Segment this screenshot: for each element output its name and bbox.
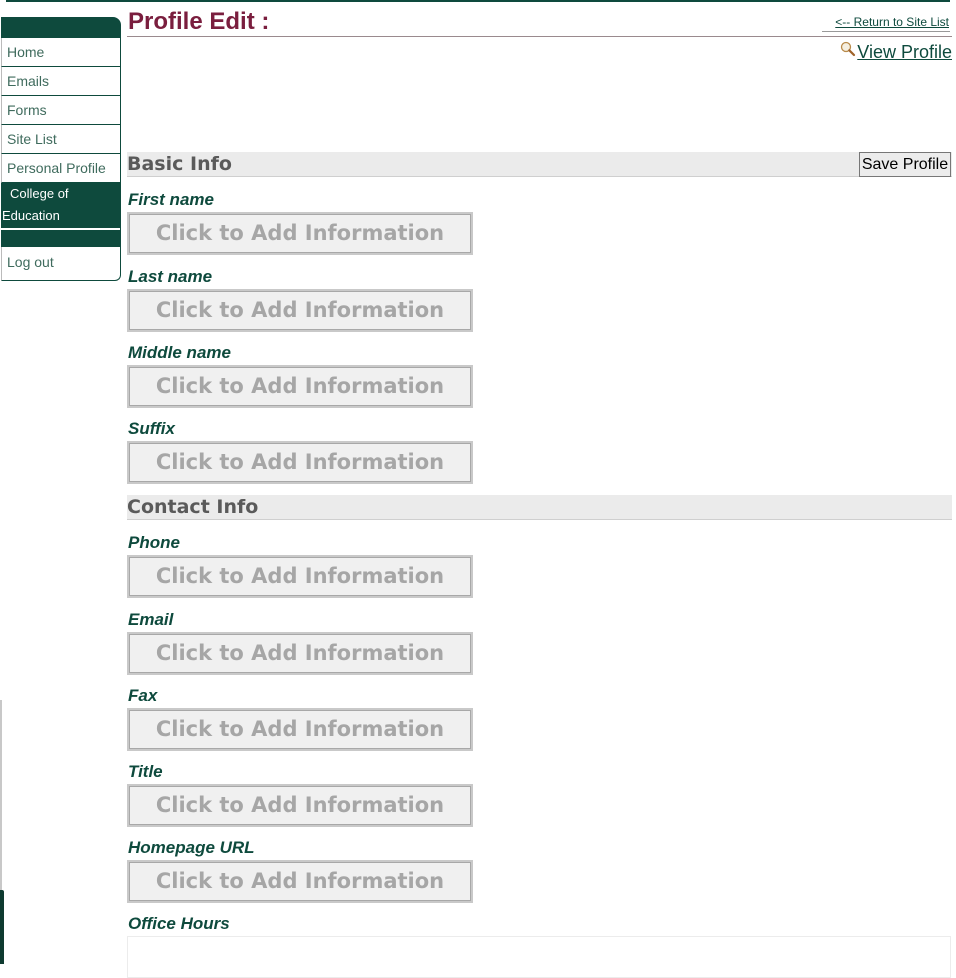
suffix-label: Suffix (128, 419, 175, 438)
save-profile-button[interactable]: Save Profile (859, 152, 951, 177)
sidebar-item-logout[interactable]: Log out (1, 247, 121, 281)
contact-info-header: Contact Info (127, 495, 952, 520)
homepage-url-field[interactable]: Click to Add Information (127, 860, 473, 903)
college-line1: College of (10, 186, 69, 201)
phone-field[interactable]: Click to Add Information (127, 555, 473, 598)
email-label: Email (128, 610, 174, 629)
sidebar-subheader (1, 230, 121, 247)
sidebar-item-site-list[interactable]: Site List (1, 125, 121, 154)
magnifier-icon (841, 41, 856, 57)
middle-name-label: Middle name (128, 343, 231, 362)
view-profile-label: View Profile (857, 42, 952, 62)
email-field[interactable]: Click to Add Information (127, 632, 473, 675)
sidebar-header (1, 17, 121, 38)
office-hours-label: Office Hours (128, 914, 230, 933)
left-edge-border (0, 700, 2, 890)
homepage-url-label: Homepage URL (128, 838, 255, 857)
title-label: Title (128, 762, 163, 781)
last-name-label: Last name (128, 267, 213, 286)
last-name-field[interactable]: Click to Add Information (127, 289, 473, 332)
college-line2: Education (2, 208, 60, 223)
page-title: Profile Edit : (128, 8, 270, 35)
phone-label: Phone (128, 533, 180, 552)
fax-label: Fax (128, 686, 158, 705)
sidebar-nav: Home Emails Forms Site List Personal Pro… (1, 17, 121, 281)
return-link-underline (822, 31, 950, 32)
sidebar-item-college[interactable]: College of Education (1, 183, 121, 228)
return-to-site-list-link[interactable]: <-- Return to Site List (835, 15, 949, 29)
middle-name-field[interactable]: Click to Add Information (127, 365, 473, 408)
sidebar-item-forms[interactable]: Forms (1, 96, 121, 125)
first-name-label: First name (128, 190, 214, 209)
sidebar-item-personal-profile[interactable]: Personal Profile (1, 154, 121, 183)
sidebar-item-home[interactable]: Home (1, 38, 121, 67)
view-profile-link[interactable]: View Profile (840, 41, 952, 63)
title-divider (127, 36, 952, 37)
fax-field[interactable]: Click to Add Information (127, 708, 473, 751)
first-name-field[interactable]: Click to Add Information (127, 212, 473, 255)
suffix-field[interactable]: Click to Add Information (127, 441, 473, 484)
basic-info-header: Basic Info (127, 152, 952, 177)
left-edge-accent (0, 890, 4, 964)
title-field[interactable]: Click to Add Information (127, 784, 473, 827)
sidebar-item-emails[interactable]: Emails (1, 67, 121, 96)
office-hours-field[interactable] (127, 936, 951, 978)
top-border (6, 0, 950, 2)
